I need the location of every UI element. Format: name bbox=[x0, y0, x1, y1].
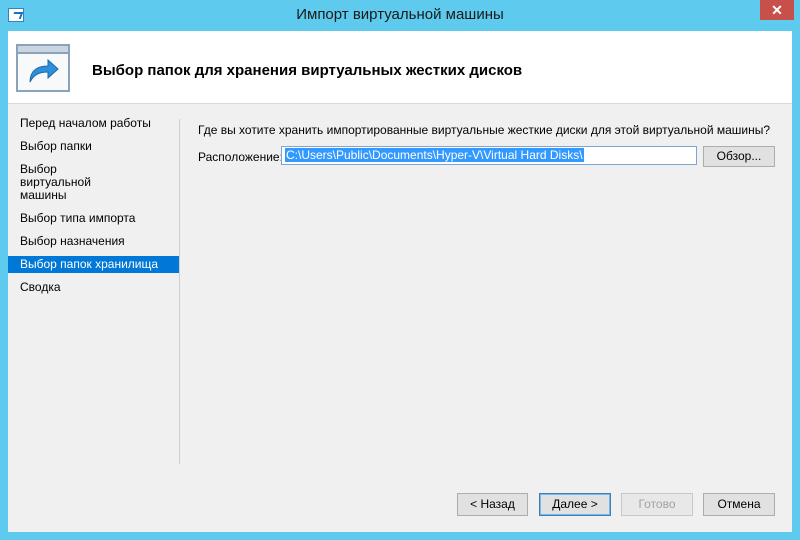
wizard-nav: Перед началом работы Выбор папки Выбор в… bbox=[8, 115, 180, 302]
import-vm-window: Импорт виртуальной машины ✕ Выбор папок … bbox=[0, 0, 800, 540]
browse-button[interactable]: Обзор... bbox=[703, 146, 775, 167]
back-button[interactable]: < Назад bbox=[457, 493, 528, 516]
nav-item-before-you-begin[interactable]: Перед началом работы bbox=[8, 115, 180, 132]
cancel-button[interactable]: Отмена bbox=[703, 493, 775, 516]
nav-item-summary[interactable]: Сводка bbox=[8, 279, 180, 296]
nav-item-select-vm[interactable]: Выбор виртуальной машины bbox=[8, 161, 142, 204]
close-button[interactable]: ✕ bbox=[760, 0, 794, 20]
location-input[interactable]: C:\Users\Public\Documents\Hyper-V\Virtua… bbox=[281, 146, 697, 165]
nav-item-import-type[interactable]: Выбор типа импорта bbox=[8, 210, 180, 227]
import-arrow-icon bbox=[16, 44, 70, 92]
nav-item-storage-folders[interactable]: Выбор папок хранилища bbox=[8, 256, 180, 273]
next-button[interactable]: Далее > bbox=[539, 493, 611, 516]
storage-question-text: Где вы хотите хранить импортированные ви… bbox=[198, 123, 771, 137]
page-title: Выбор папок для хранения виртуальных жес… bbox=[92, 62, 523, 79]
wizard-client-area: Выбор папок для хранения виртуальных жес… bbox=[8, 31, 792, 532]
finish-button[interactable]: Готово bbox=[621, 493, 693, 516]
nav-item-locate-folder[interactable]: Выбор папки bbox=[8, 138, 180, 155]
location-label: Расположение: bbox=[198, 150, 283, 164]
nav-divider bbox=[179, 119, 180, 464]
nav-item-destination[interactable]: Выбор назначения bbox=[8, 233, 180, 250]
location-input-value: C:\Users\Public\Documents\Hyper-V\Virtua… bbox=[285, 148, 584, 162]
title-bar[interactable]: Импорт виртуальной машины ✕ bbox=[0, 0, 800, 31]
wizard-header: Выбор папок для хранения виртуальных жес… bbox=[8, 31, 792, 104]
window-title: Импорт виртуальной машины bbox=[296, 6, 504, 23]
